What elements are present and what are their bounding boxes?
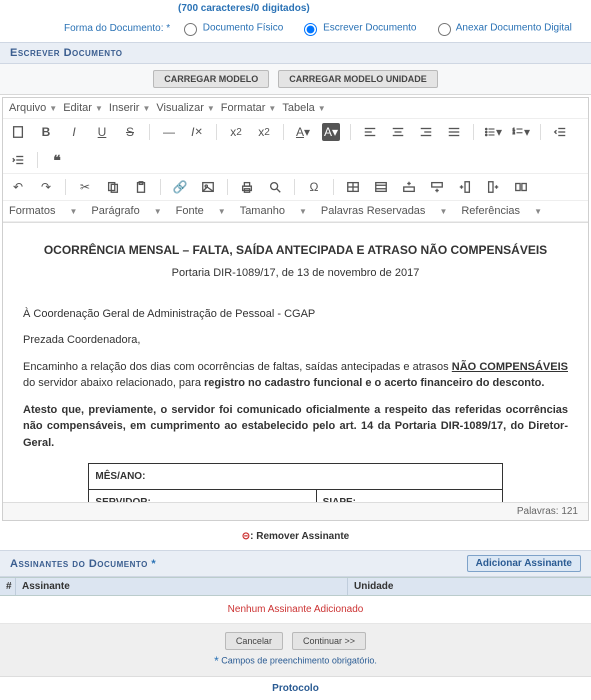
cancelar-button[interactable]: Cancelar — [225, 632, 283, 650]
editor-menubar: Arquivo▼ Editar▼ Inserir▼ Visualizar▼ Fo… — [3, 98, 588, 119]
find-icon[interactable] — [266, 178, 284, 196]
font-color-icon[interactable]: A▾ — [294, 123, 312, 141]
editor-content-area[interactable]: OCORRÊNCIA MENSAL – FALTA, SAÍDA ANTECIP… — [3, 222, 588, 502]
outdent-icon[interactable] — [551, 123, 569, 141]
form-doc-row: Forma do Documento: * Documento Físico E… — [0, 16, 591, 42]
doc-para-2: Atesto que, previamente, o servidor foi … — [23, 402, 568, 452]
number-list-icon[interactable]: 12▾ — [512, 123, 530, 141]
adicionar-assinante-button[interactable]: Adicionar Assinante — [467, 555, 581, 572]
th-assinante[interactable]: Assinante — [16, 578, 348, 595]
cell-mes-ano: MÊS/ANO: — [89, 464, 502, 490]
form-doc-label: Forma do Documento: * — [64, 23, 170, 34]
row-before-icon[interactable] — [400, 178, 418, 196]
align-center-icon[interactable] — [389, 123, 407, 141]
opt-palavras-reservadas[interactable]: Palavras Reservadas▼ — [321, 205, 447, 217]
remove-icon[interactable]: ⊝ — [242, 531, 250, 542]
opt-fonte[interactable]: Fonte▼ — [176, 205, 226, 217]
subscript-icon[interactable]: x2 — [227, 123, 245, 141]
doc-table: MÊS/ANO: SERVIDOR: SIAPE: SETOR: TELEFON… — [88, 463, 502, 502]
opt-referencias[interactable]: Referências▼ — [461, 205, 542, 217]
merge-cells-icon[interactable] — [512, 178, 530, 196]
section-assinantes: Assinantes do Documento * — [10, 558, 156, 570]
strike-icon[interactable]: S — [121, 123, 139, 141]
menu-formatar[interactable]: Formatar▼ — [221, 102, 277, 114]
special-char-icon[interactable]: Ω — [305, 178, 323, 196]
rich-text-editor: Arquivo▼ Editar▼ Inserir▼ Visualizar▼ Fo… — [2, 97, 589, 521]
link-icon[interactable]: 🔗 — [171, 178, 189, 196]
th-unidade[interactable]: Unidade — [348, 578, 591, 595]
cell-servidor: SERVIDOR: — [89, 490, 316, 503]
indent-icon[interactable] — [9, 151, 27, 169]
opt-tamanho[interactable]: Tamanho▼ — [240, 205, 307, 217]
bg-color-icon[interactable]: A▾ — [322, 123, 340, 141]
char-counter: (700 caracteres/0 digitados) — [178, 3, 310, 14]
carregar-modelo-button[interactable]: CARREGAR MODELO — [153, 70, 269, 88]
remove-assinante-row: ⊝: Remover Assinante — [0, 523, 591, 550]
menu-editar[interactable]: Editar▼ — [63, 102, 103, 114]
print-icon[interactable] — [238, 178, 256, 196]
doc-title: OCORRÊNCIA MENSAL – FALTA, SAÍDA ANTECIP… — [23, 241, 568, 259]
paste-icon[interactable] — [132, 178, 150, 196]
menu-inserir[interactable]: Inserir▼ — [109, 102, 150, 114]
table-icon[interactable] — [344, 178, 362, 196]
superscript-icon[interactable]: x2 — [255, 123, 273, 141]
doc-subtitle: Portaria DIR-1089/17, de 13 de novembro … — [23, 265, 568, 282]
section-escrever-documento: Escrever Documento — [0, 42, 591, 64]
align-right-icon[interactable] — [417, 123, 435, 141]
align-left-icon[interactable] — [361, 123, 379, 141]
continuar-button[interactable]: Continuar >> — [292, 632, 366, 650]
editor-toolbar-1: B I U S ― I✕ x2 x2 A▾ A▾ ▾ 12▾ ❝ — [3, 119, 588, 174]
image-icon[interactable] — [199, 178, 217, 196]
radio-escrever-doc[interactable]: Escrever Documento — [299, 20, 416, 36]
undo-icon[interactable]: ↶ — [9, 178, 27, 196]
cut-icon[interactable]: ✂ — [76, 178, 94, 196]
blockquote-icon[interactable]: ❝ — [48, 151, 66, 169]
radio-doc-fisico[interactable]: Documento Físico — [179, 20, 283, 36]
col-before-icon[interactable] — [456, 178, 474, 196]
bullet-list-icon[interactable]: ▾ — [484, 123, 502, 141]
new-doc-icon[interactable] — [9, 123, 27, 141]
bold-icon[interactable]: B — [37, 123, 55, 141]
doc-para-1: Encaminho a relação dos dias com ocorrên… — [23, 359, 568, 392]
copy-icon[interactable] — [104, 178, 122, 196]
assinantes-table-header: # Assinante Unidade — [0, 577, 591, 596]
doc-line-1: À Coordenação Geral de Administração de … — [23, 306, 568, 323]
clear-format-icon[interactable]: I✕ — [188, 123, 206, 141]
italic-icon[interactable]: I — [65, 123, 83, 141]
editor-options-row: Formatos▼ Parágrafo▼ Fonte▼ Tamanho▼ Pal… — [3, 201, 588, 222]
opt-formatos[interactable]: Formatos▼ — [9, 205, 77, 217]
word-count-bar: Palavras: 121 — [3, 502, 588, 520]
protocolo-link[interactable]: Protocolo — [0, 676, 591, 700]
menu-visualizar[interactable]: Visualizar▼ — [156, 102, 214, 114]
menu-tabela[interactable]: Tabela▼ — [282, 102, 325, 114]
svg-text:2: 2 — [513, 131, 515, 135]
carregar-modelo-unidade-button[interactable]: CARREGAR MODELO UNIDADE — [278, 70, 438, 88]
row-after-icon[interactable] — [428, 178, 446, 196]
hr-icon[interactable]: ― — [160, 123, 178, 141]
editor-toolbar-2: ↶ ↷ ✂ 🔗 Ω — [3, 174, 588, 201]
radio-anexar-digital[interactable]: Anexar Documento Digital — [433, 20, 572, 36]
align-justify-icon[interactable] — [445, 123, 463, 141]
th-hash: # — [0, 578, 16, 595]
doc-line-2: Prezada Coordenadora, — [23, 332, 568, 349]
opt-paragrafo[interactable]: Parágrafo▼ — [91, 205, 161, 217]
redo-icon[interactable]: ↷ — [37, 178, 55, 196]
col-after-icon[interactable] — [484, 178, 502, 196]
underline-icon[interactable]: U — [93, 123, 111, 141]
table2-icon[interactable] — [372, 178, 390, 196]
required-fields-note: * Campos de preenchimento obrigatório. — [0, 654, 591, 676]
assinantes-empty-msg: Nenhum Assinante Adicionado — [0, 596, 591, 624]
menu-arquivo[interactable]: Arquivo▼ — [9, 102, 57, 114]
cell-siape: SIAPE: — [316, 490, 502, 503]
